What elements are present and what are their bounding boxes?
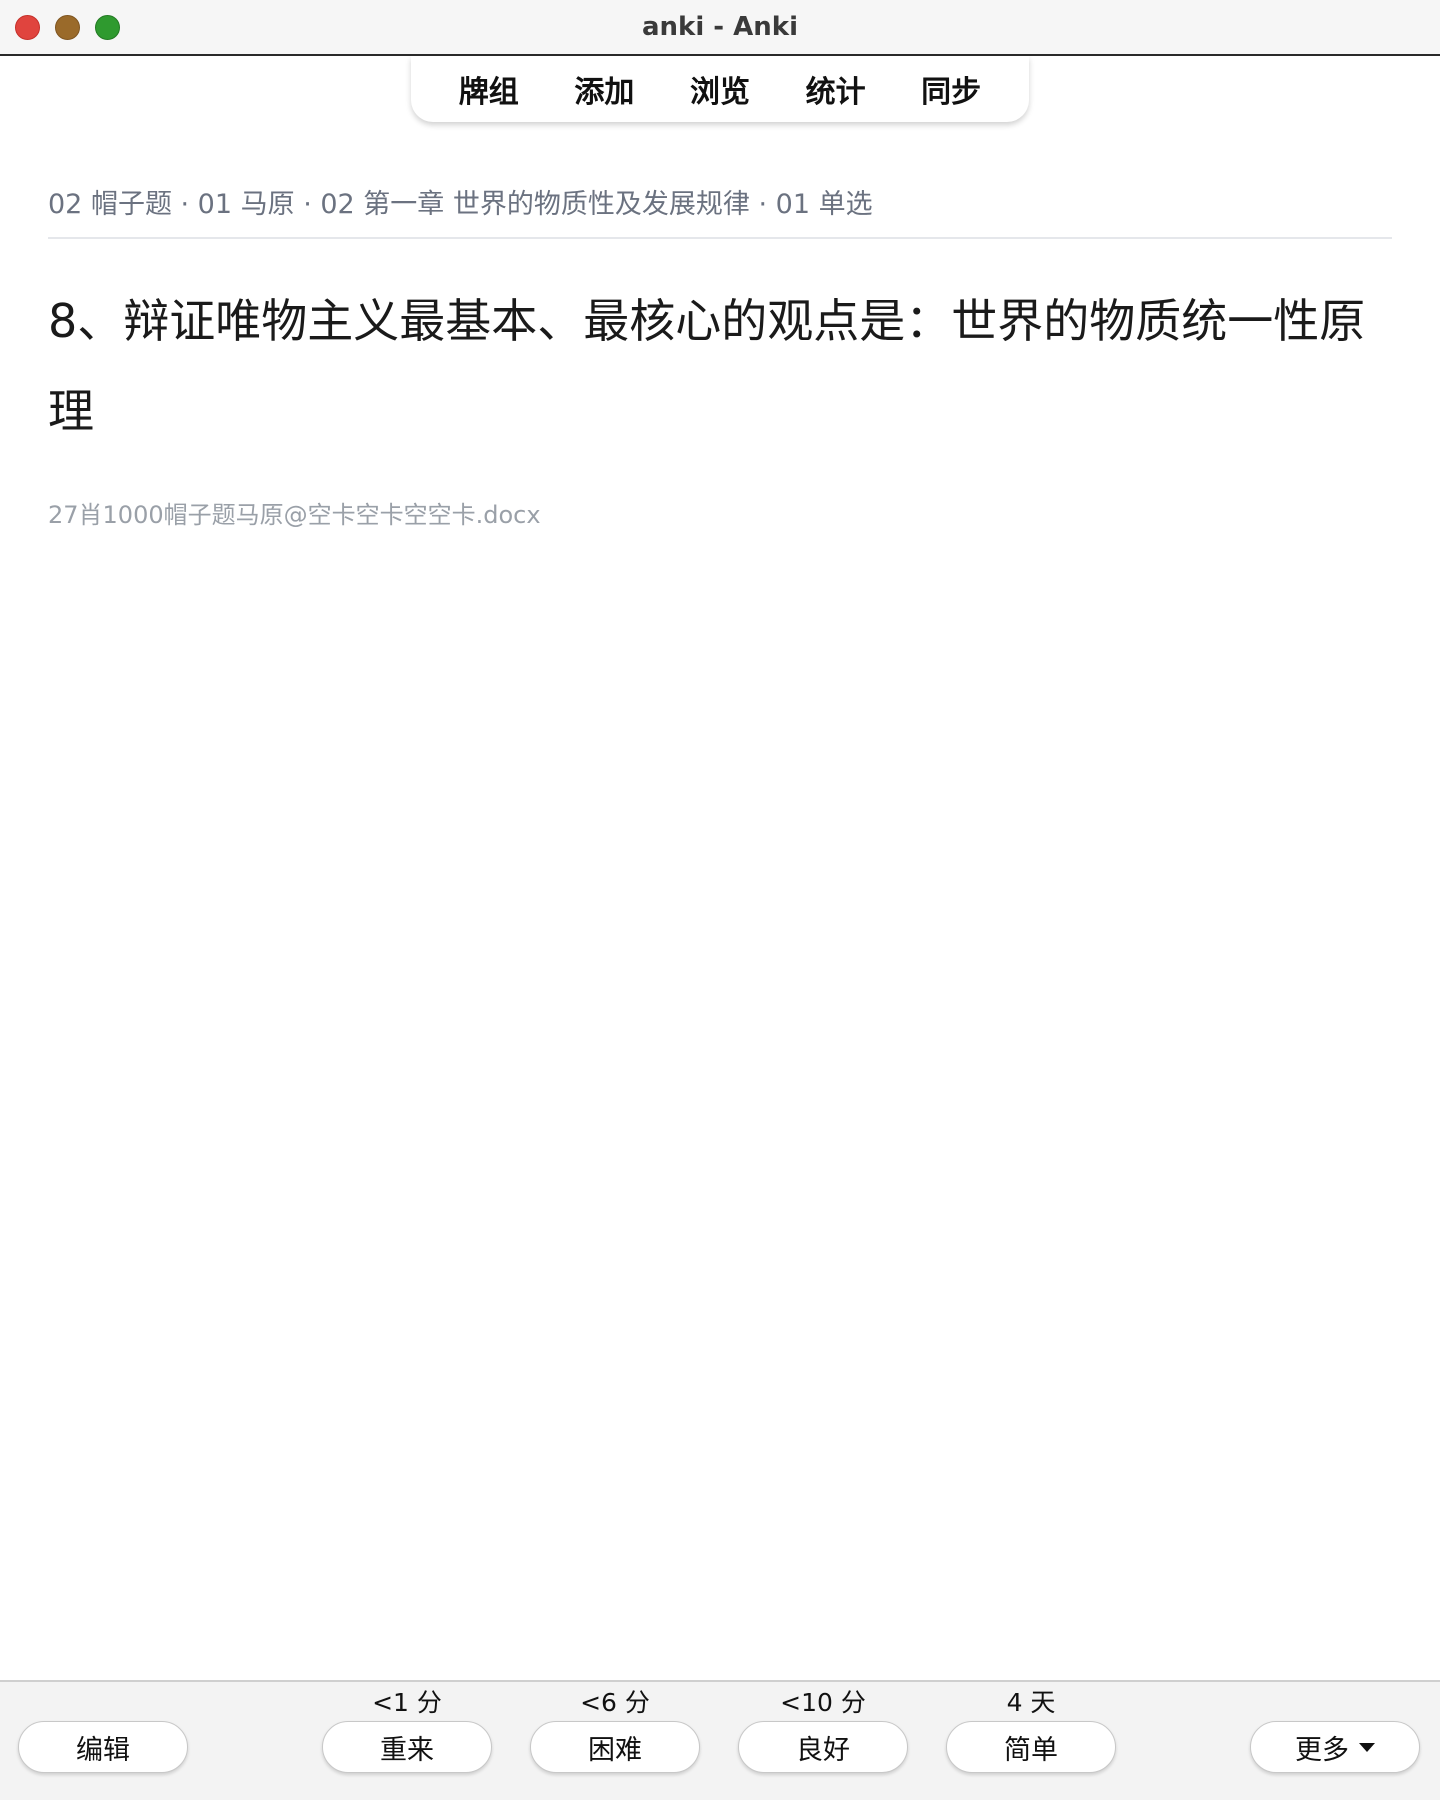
hard-button[interactable]: 困难 [530,1721,700,1773]
main-toolbar: 牌组 添加 浏览 统计 同步 [411,56,1029,122]
toolbar-sync[interactable]: 同步 [913,63,989,115]
title-bar: anki - Anki [0,0,1440,56]
edit-button[interactable]: 编辑 [18,1721,188,1773]
easy-button-label: 简单 [1004,1734,1058,1766]
deck-breadcrumb: 02 帽子题 · 01 马原 · 02 第一章 世界的物质性及发展规律 · 01… [48,189,873,220]
toolbar-browse[interactable]: 浏览 [682,63,758,115]
easy-button[interactable]: 简单 [946,1721,1116,1773]
again-button[interactable]: 重来 [322,1721,492,1773]
caret-down-icon [1359,1742,1375,1752]
again-interval: <1 分 [372,1688,442,1717]
toolbar-decks[interactable]: 牌组 [451,63,527,115]
hard-interval: <6 分 [580,1688,650,1717]
edit-button-label: 编辑 [76,1734,130,1766]
toolbar-stats[interactable]: 统计 [798,63,874,115]
divider [48,237,1392,239]
good-interval: <10 分 [780,1688,866,1717]
again-button-label: 重来 [380,1734,434,1766]
easy-interval: 4 天 [1006,1688,1056,1717]
answer-bar [0,1680,1440,1800]
good-button-label: 良好 [796,1734,850,1766]
card-source: 27肖1000帽子题马原@空卡空卡空空卡.docx [48,501,541,529]
card-question: 8、辩证唯物主义最基本、最核心的观点是：世界的物质统一性原理 [48,294,1366,438]
toolbar-add[interactable]: 添加 [566,63,642,115]
hard-button-label: 困难 [588,1734,642,1766]
window-title: anki - Anki [642,12,798,42]
more-button[interactable]: 更多 [1250,1721,1420,1773]
good-button[interactable]: 良好 [738,1721,908,1773]
more-button-label: 更多 [1295,1734,1349,1766]
